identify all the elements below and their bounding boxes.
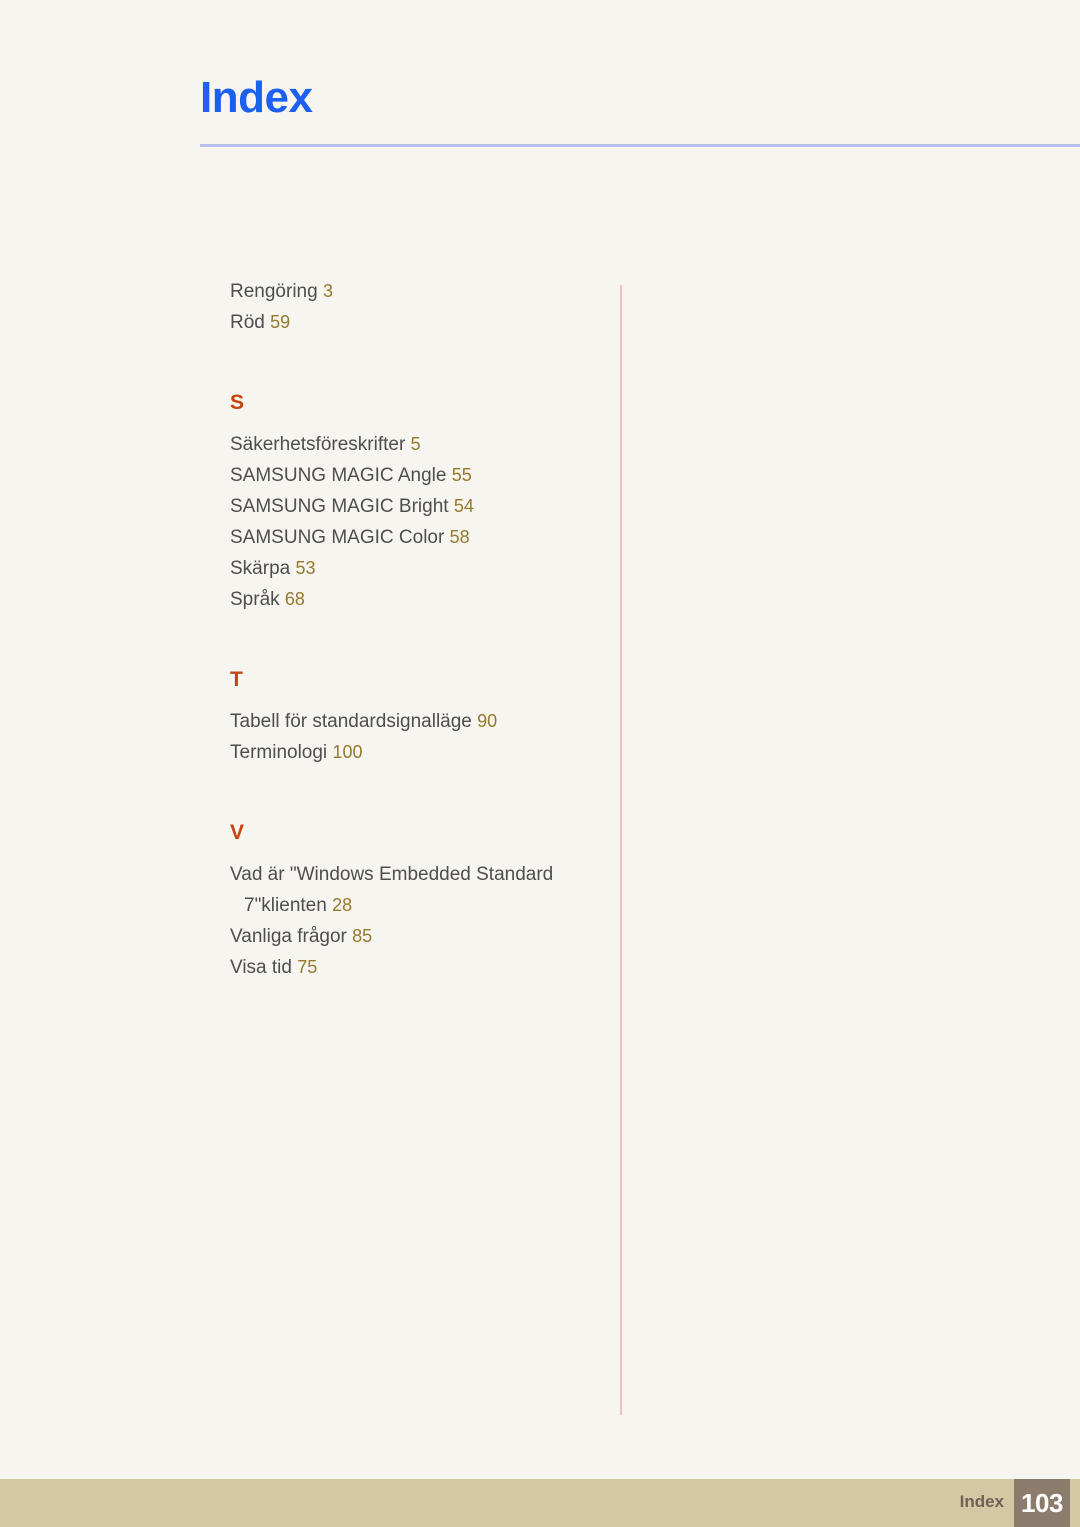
index-entry-label: Terminologi <box>230 742 328 763</box>
index-entry[interactable]: Vad är "Windows Embedded Standard 7"klien… <box>230 859 590 921</box>
index-entry-label: Skärpa <box>230 558 291 579</box>
index-group: Rengöring 3 Röd 59 <box>230 276 590 338</box>
index-entry-label: SAMSUNG MAGIC Color <box>230 527 445 548</box>
index-entry-label: SAMSUNG MAGIC Bright <box>230 496 449 517</box>
column-divider-line <box>620 285 622 1415</box>
index-entry[interactable]: Säkerhetsföreskrifter 5 <box>230 429 590 460</box>
index-entry-label: Vad är "Windows Embedded Standard <box>230 864 554 885</box>
index-group: S Säkerhetsföreskrifter 5 SAMSUNG MAGIC An… <box>230 392 590 615</box>
index-entry-page-number: 85 <box>352 926 373 946</box>
footer-section-label: Index <box>959 1492 1004 1511</box>
index-entry-label: Visa tid <box>230 957 292 978</box>
index-entry[interactable]: SAMSUNG MAGIC Angle 55 <box>230 460 590 491</box>
index-entry[interactable]: SAMSUNG MAGIC Color 58 <box>230 522 590 553</box>
index-entry[interactable]: Vanliga frågor 85 <box>230 921 590 952</box>
index-entry[interactable]: Språk 68 <box>230 584 590 615</box>
index-entry-continuation-label: 7"klienten <box>244 895 327 916</box>
index-entry-label: Rengöring <box>230 281 318 302</box>
document-page: Index Rengöring 3 Röd 59 S Säkerhetsföreskr… <box>0 0 1080 1527</box>
index-entry-label: Röd <box>230 312 265 333</box>
index-entry-page-number: 5 <box>410 434 421 454</box>
index-entry-page-number: 90 <box>477 711 498 731</box>
index-entry-label: Vanliga frågor <box>230 926 347 947</box>
index-entry-label: Språk <box>230 589 280 610</box>
index-entry-page-number: 58 <box>449 527 470 547</box>
index-group-letter: V <box>230 821 245 844</box>
index-group: T Tabell för standardsignalläge 90 Termino… <box>230 669 590 768</box>
index-group: V Vad är "Windows Embedded Standard 7"klie… <box>230 822 590 983</box>
index-entry-page-number: 75 <box>297 957 318 977</box>
index-entry-page-number: 59 <box>270 312 291 332</box>
index-entry[interactable]: Skärpa 53 <box>230 553 590 584</box>
index-group-letter: T <box>230 668 243 691</box>
index-entry-page-number: 100 <box>332 742 363 762</box>
index-entry[interactable]: Tabell för standardsignalläge 90 <box>230 706 590 737</box>
index-entry-label: Säkerhetsföreskrifter <box>230 434 406 455</box>
index-content: Rengöring 3 Röd 59 S Säkerhetsföreskrifter … <box>0 0 1080 1527</box>
index-entry-page-number: 53 <box>295 558 316 578</box>
index-column-left: Rengöring 3 Röd 59 S Säkerhetsföreskrifter … <box>230 276 590 983</box>
index-entry-page-number: 3 <box>322 281 333 301</box>
footer-page-number: 103 <box>1014 1479 1070 1527</box>
index-entry-continuation: 7"klienten 28 <box>230 890 590 921</box>
index-entry[interactable]: Rengöring 3 <box>230 276 590 307</box>
index-entry-label: SAMSUNG MAGIC Angle <box>230 465 447 486</box>
index-entry[interactable]: SAMSUNG MAGIC Bright 54 <box>230 491 590 522</box>
index-entry[interactable]: Terminologi 100 <box>230 737 590 768</box>
index-entry-label: Tabell för standardsignalläge <box>230 711 472 732</box>
index-entry-page-number: 28 <box>332 895 353 915</box>
index-entry-page-number: 68 <box>284 589 305 609</box>
index-entry[interactable]: Röd 59 <box>230 307 590 338</box>
page-footer: Index 103 <box>0 1479 1080 1527</box>
index-entry-page-number: 55 <box>451 465 472 485</box>
index-entry-page-number: 54 <box>453 496 474 516</box>
index-entry[interactable]: Visa tid 75 <box>230 952 590 983</box>
index-group-letter: S <box>230 391 245 414</box>
